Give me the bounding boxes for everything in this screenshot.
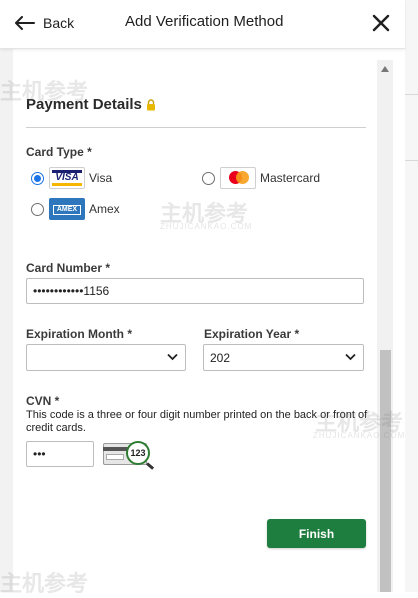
expiration-month-select[interactable] [26,344,186,371]
scroll-up-arrow-icon[interactable] [381,66,389,72]
cvn-card-illustration: 123 [103,440,155,470]
visa-logo-icon: VISA [49,167,85,189]
chevron-down-icon [167,353,178,361]
radio-amex[interactable] [31,203,44,216]
cvn-value: ••• [33,447,46,461]
expiration-year-select[interactable]: 202 [203,344,364,371]
amex-logo-text: AMEX [53,205,81,215]
back-button[interactable]: Back [15,12,74,34]
finish-button[interactable]: Finish [267,519,366,548]
dialog-title: Add Verification Method [125,13,284,30]
close-icon[interactable] [371,13,391,33]
card-type-label: Card Type * [26,145,92,159]
card-number-input[interactable]: ••••••••••••1156 [26,278,364,304]
arrow-left-icon [15,16,35,30]
expiration-month-label: Expiration Month * [26,327,132,341]
magnifier-icon: 123 [126,441,150,465]
card-number-label: Card Number * [26,261,111,275]
amex-label[interactable]: Amex [89,202,120,216]
chevron-down-icon [345,353,356,361]
cvn-input[interactable]: ••• [26,441,94,467]
visa-logo-text: VISA [55,172,79,183]
mastercard-logo-icon [220,167,256,189]
scrollbar-thumb[interactable] [380,350,391,592]
lock-icon [146,98,155,110]
background-divider [405,160,418,161]
section-title-text: Payment Details [26,96,142,113]
background-divider [405,94,418,95]
radio-visa[interactable] [31,172,44,185]
radio-mastercard[interactable] [202,172,215,185]
cvn-help-text: This code is a three or four digit numbe… [26,409,368,434]
background-page-edge [0,48,13,592]
expiration-year-value: 202 [210,350,231,365]
card-number-value: ••••••••••••1156 [33,284,110,298]
background-page-edge [405,0,418,592]
cvn-label: CVN * [26,394,60,408]
cvn-card-digits: 123 [130,448,146,458]
section-title: Payment Details [26,96,156,113]
back-label: Back [43,15,75,31]
mastercard-label[interactable]: Mastercard [260,171,320,185]
payment-form-panel [13,60,377,592]
expiration-year-label: Expiration Year * [204,327,300,341]
visa-label[interactable]: Visa [89,171,112,185]
amex-logo-icon: AMEX [49,198,85,220]
dialog-header: Back Add Verification Method [0,0,405,49]
section-divider [26,127,366,128]
